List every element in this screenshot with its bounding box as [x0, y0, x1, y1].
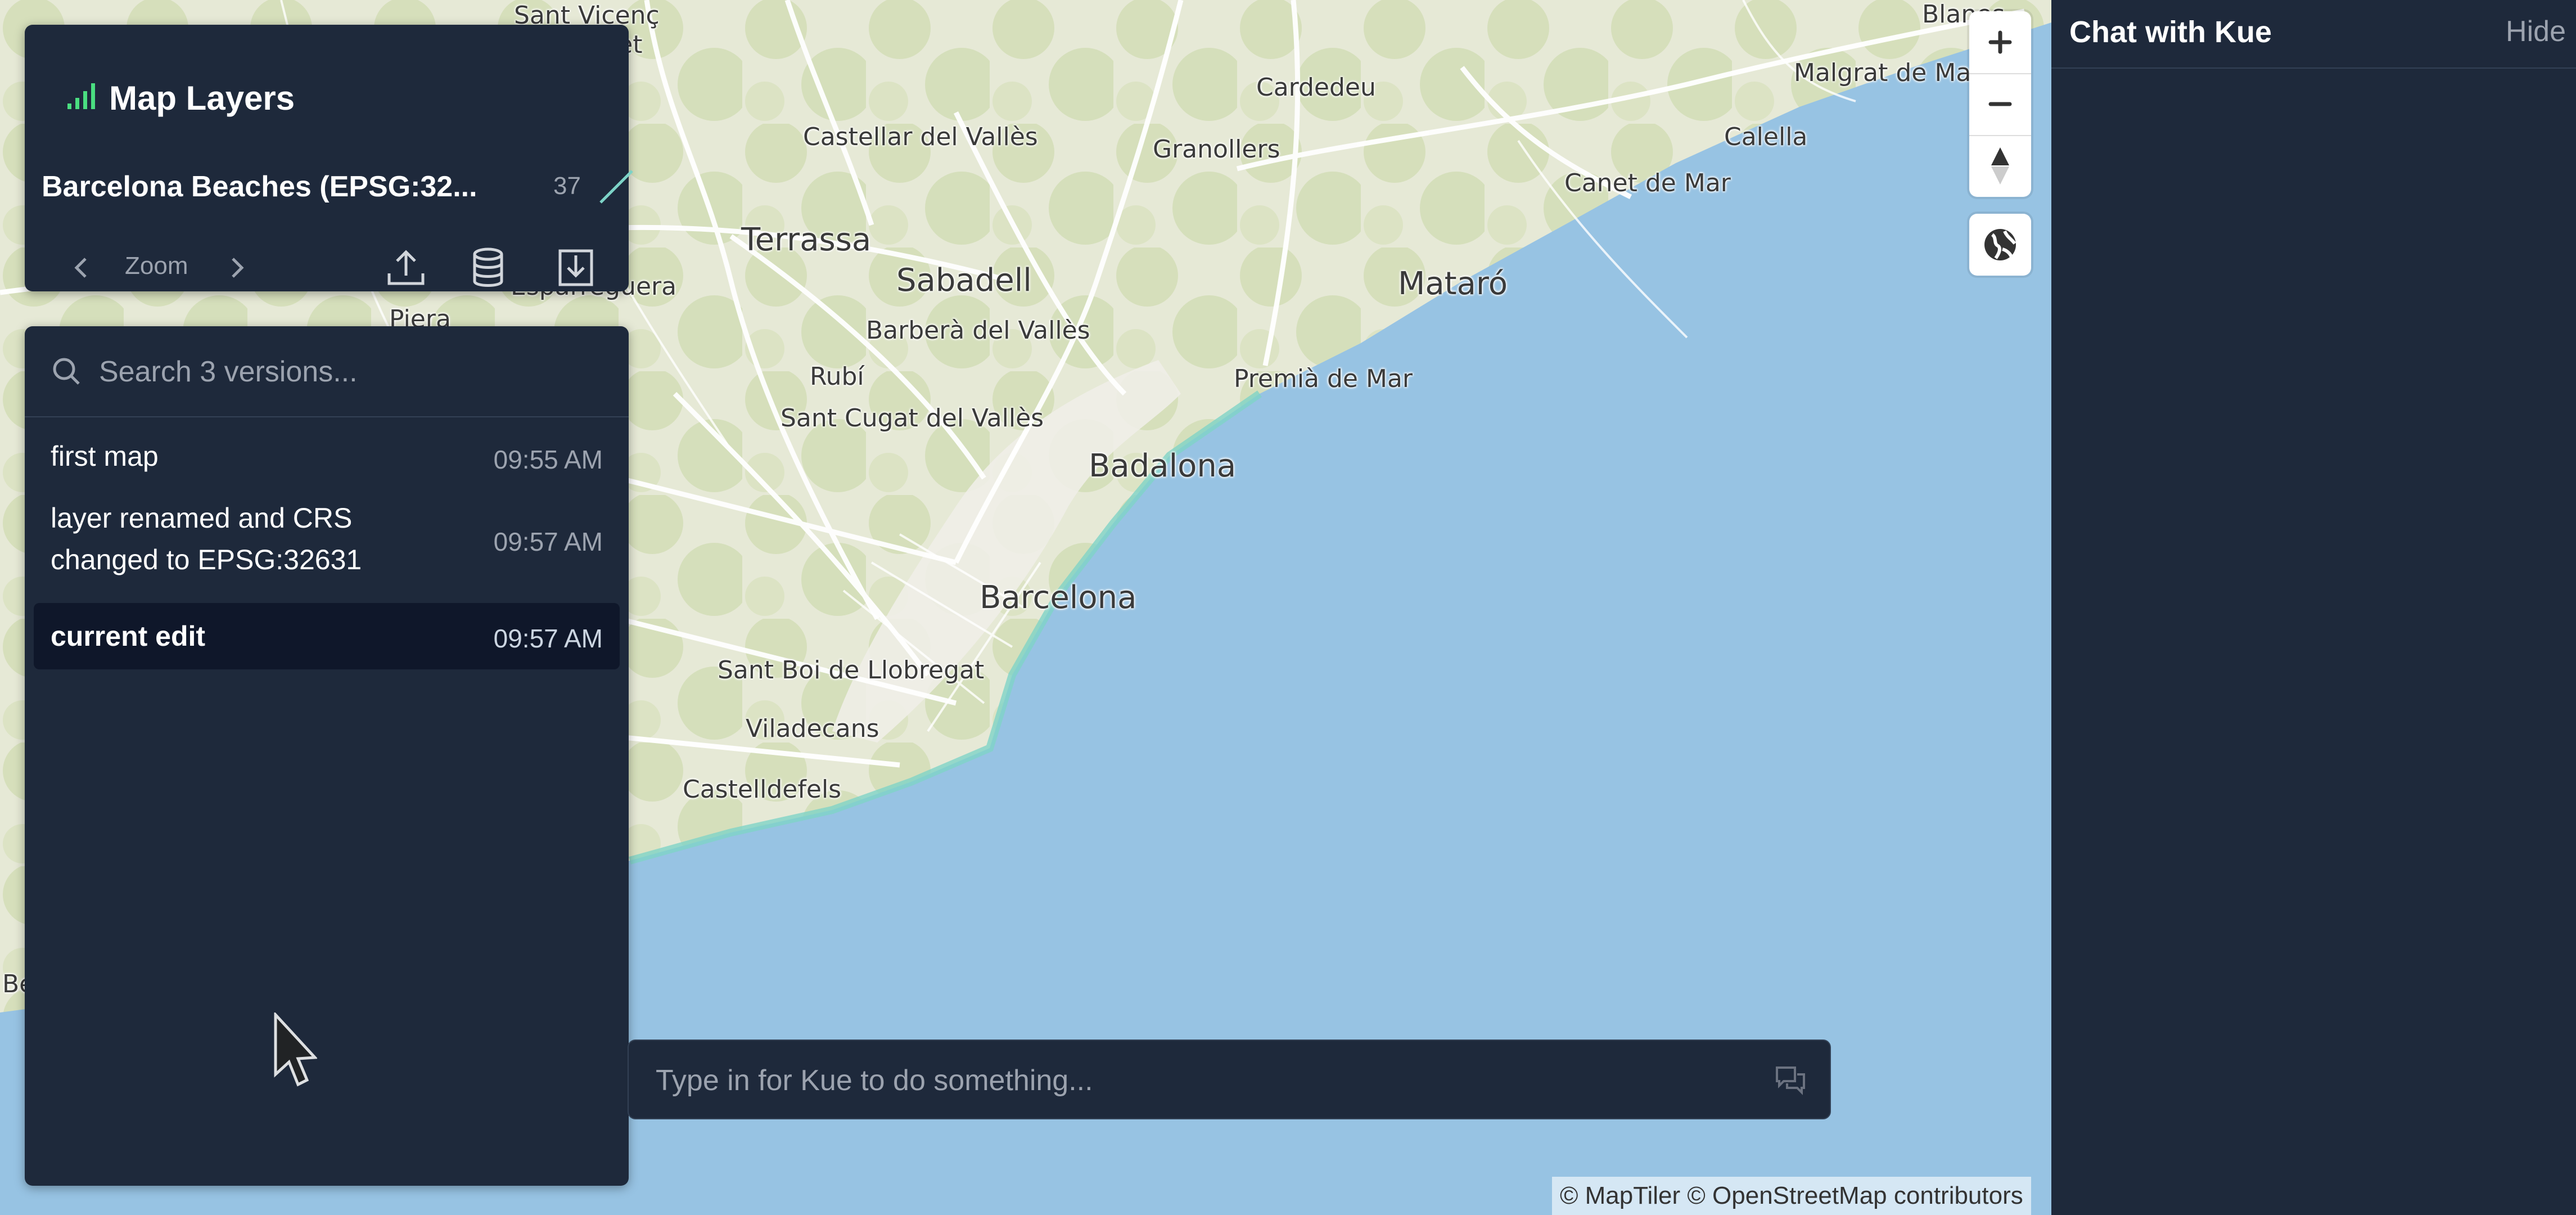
chat-title: Chat with Kue — [2069, 15, 2272, 49]
compass-icon — [1991, 147, 2009, 184]
map-label-granollers: Granollers — [1153, 135, 1280, 164]
map-label-sabadell: Sabadell — [896, 262, 1032, 299]
layer-name[interactable]: Barcelona Beaches (EPSG:32... — [42, 170, 477, 204]
version-item[interactable]: layer renamed and CRS changed to EPSG:32… — [34, 495, 620, 585]
chevron-right-icon[interactable] — [226, 245, 249, 290]
version-search-bar — [25, 326, 629, 417]
map-label-castellar: Castellar del Vallès — [803, 123, 1038, 151]
map-layers-panel: Map Layers Barcelona Beaches (EPSG:32...… — [25, 25, 633, 291]
chat-sidebar: Chat with Kue Hide — [2051, 0, 2576, 1215]
map-label-sant-boi: Sant Boi de Llobregat — [718, 656, 985, 685]
version-search-input[interactable] — [98, 353, 606, 390]
versions-panel: first map 09:55 AM layer renamed and CRS… — [25, 326, 629, 1186]
chat-header: Chat with Kue Hide — [2051, 0, 2576, 69]
cursor-icon — [274, 1012, 317, 1087]
version-label: current edit — [51, 620, 206, 652]
map-label-canet: Canet de Mar — [1564, 169, 1731, 197]
zoom-out-button[interactable] — [1969, 73, 2031, 135]
map-label-terrassa: Terrassa — [741, 222, 872, 258]
map-attribution[interactable]: © MapTiler © OpenStreetMap contributors — [1552, 1177, 2031, 1215]
reset-north-button[interactable] — [1969, 135, 2031, 197]
version-label: first map — [51, 440, 159, 472]
chat-bubbles-icon[interactable] — [1774, 1063, 1807, 1097]
kue-prompt-input[interactable] — [655, 1062, 1725, 1099]
globe-projection-button[interactable] — [1969, 214, 2031, 276]
minus-icon — [1988, 102, 2012, 106]
map-label-cardedeu: Cardedeu — [1256, 73, 1376, 102]
map-label-barbera: Barberà del Vallès — [866, 316, 1090, 345]
map-label-sant-cugat: Sant Cugat del Vallès — [781, 404, 1044, 433]
map-label-badalona: Badalona — [1089, 448, 1237, 484]
map-label-castelldefels: Castelldefels — [683, 775, 842, 804]
map-label-mataro: Mataró — [1398, 266, 1508, 302]
zoom-label: Zoom — [125, 252, 188, 280]
line-style-icon[interactable] — [598, 169, 634, 205]
upload-icon[interactable] — [385, 245, 427, 290]
signal-bars-icon — [67, 83, 95, 109]
chevron-left-icon[interactable] — [70, 245, 92, 290]
version-time: 09:55 AM — [493, 445, 603, 474]
zoom-in-button[interactable] — [1969, 11, 2031, 73]
map-zoom-controls — [1969, 11, 2031, 197]
map-label-rubi: Rubí — [810, 362, 864, 391]
globe-icon — [1984, 229, 2016, 260]
version-item-current[interactable]: current edit 09:57 AM — [34, 603, 620, 669]
map-label-premia: Premià de Mar — [1234, 364, 1413, 393]
version-time: 09:57 AM — [493, 624, 603, 653]
search-icon — [53, 358, 80, 385]
version-label: layer renamed and CRS changed to EPSG:32… — [51, 502, 362, 575]
database-icon[interactable] — [471, 245, 505, 290]
map-label-viladecans: Viladecans — [746, 714, 879, 743]
plus-icon — [1988, 30, 2012, 54]
map-label-malgrat: Malgrat de Ma — [1794, 58, 1972, 87]
download-icon[interactable] — [554, 245, 597, 290]
map-label-barcelona: Barcelona — [980, 579, 1137, 616]
map-label-calella: Calella — [1724, 123, 1808, 151]
kue-prompt-bar — [628, 1040, 1831, 1119]
version-time: 09:57 AM — [493, 527, 603, 556]
version-item[interactable]: first map 09:55 AM — [34, 428, 620, 484]
chat-hide-button[interactable]: Hide — [2506, 15, 2566, 48]
layers-panel-title: Map Layers — [109, 79, 295, 117]
layer-feature-count: 37 — [553, 172, 581, 200]
